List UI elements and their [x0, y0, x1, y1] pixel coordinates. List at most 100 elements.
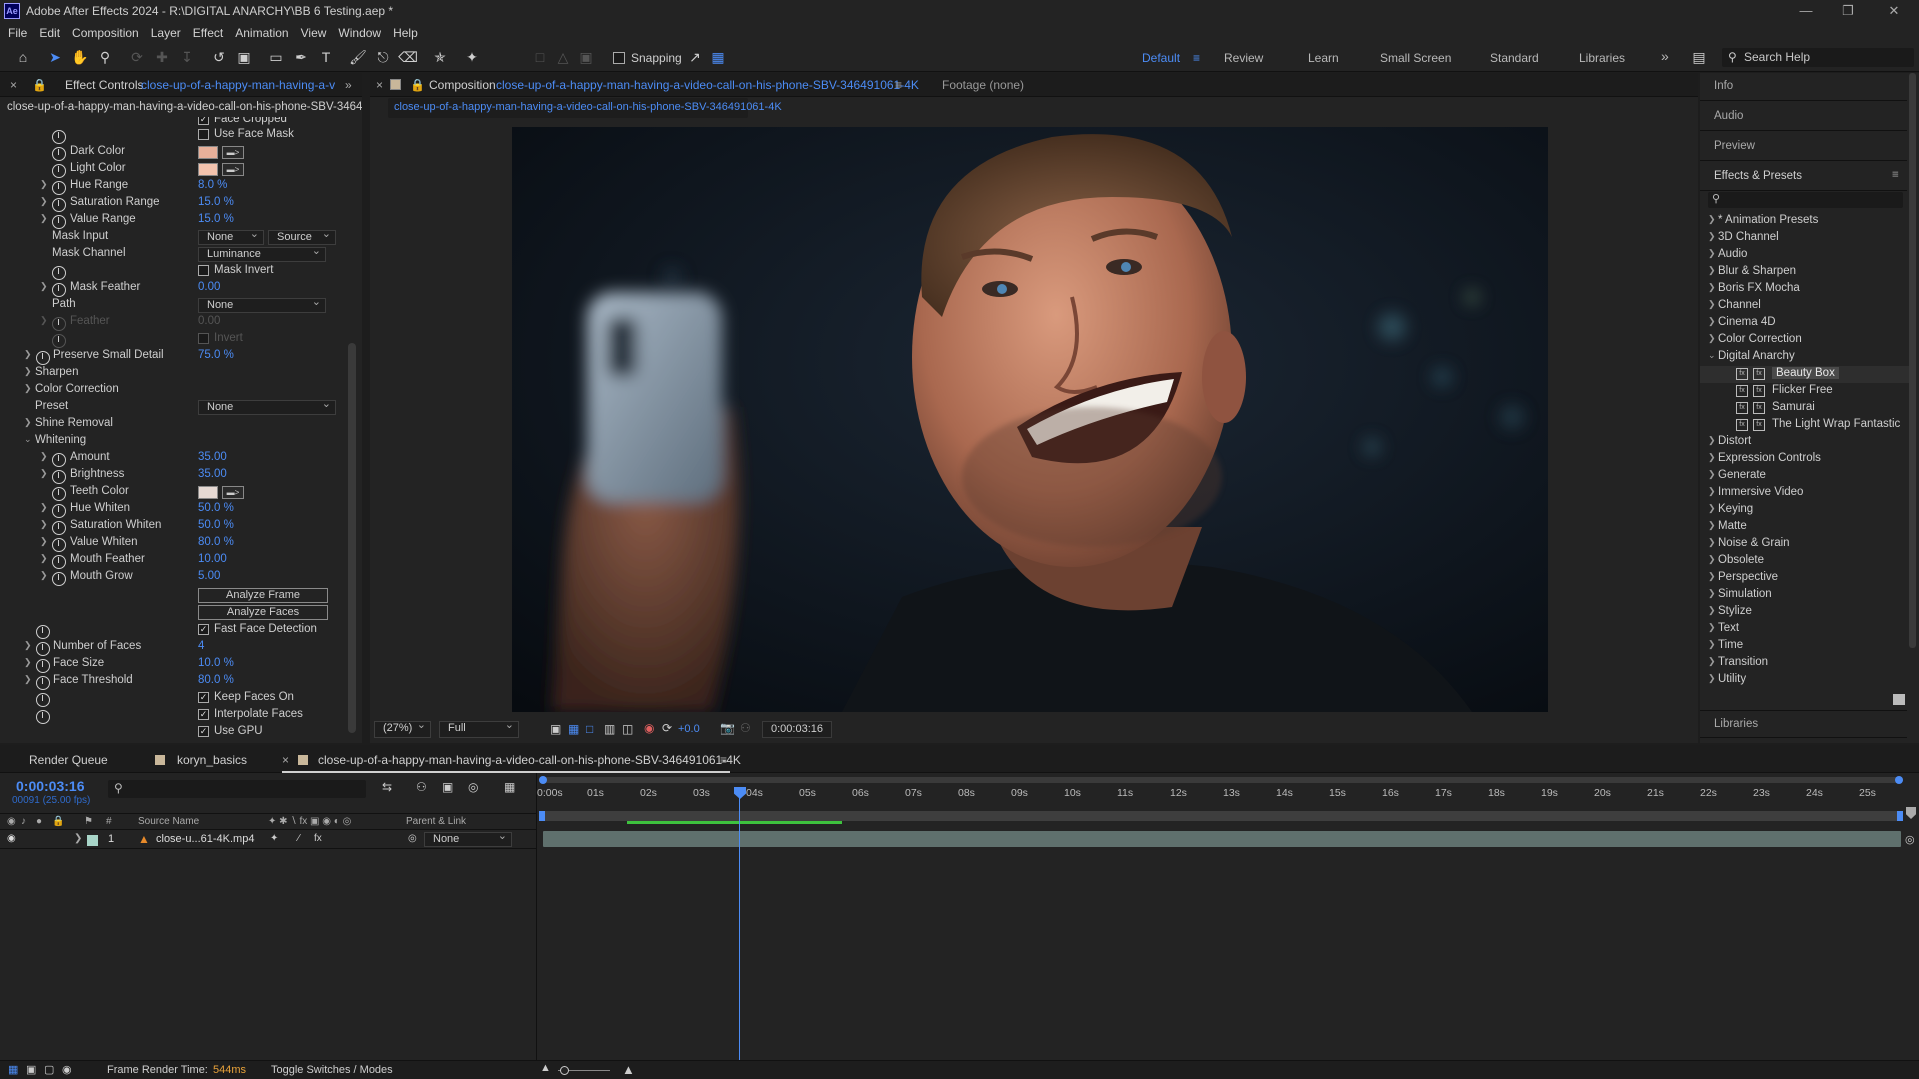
comp-mini-flowchart-icon[interactable]: ⇆: [382, 780, 392, 794]
local-axis-icon[interactable]: □: [530, 48, 550, 67]
effect-category[interactable]: ❯ Perspective: [1700, 570, 1910, 587]
snap-edges-icon[interactable]: ↗: [685, 48, 705, 67]
layout-icon[interactable]: ▤: [1689, 48, 1709, 67]
exposure-value[interactable]: +0.0: [678, 723, 700, 735]
preview-panel-header[interactable]: Preview: [1700, 133, 1907, 161]
layer-switches-toggle-icon[interactable]: ▦: [8, 1063, 18, 1076]
stopwatch-icon[interactable]: [52, 538, 66, 552]
selection-tool-icon[interactable]: ➤: [45, 48, 65, 67]
quality-switch-icon[interactable]: ∕: [298, 833, 300, 844]
guides-icon[interactable]: ▥: [604, 722, 615, 736]
menu-effect[interactable]: Effect: [193, 26, 223, 40]
effect-category[interactable]: ❯ Boris FX Mocha: [1700, 281, 1910, 298]
effect-category[interactable]: ❯ Cinema 4D: [1700, 315, 1910, 332]
navigator-end-handle[interactable]: [1895, 776, 1903, 784]
expand-arrow-icon[interactable]: ❯: [40, 502, 48, 513]
effect-category[interactable]: ❯ * Animation Presets: [1700, 213, 1910, 230]
expand-arrow-icon[interactable]: ❯: [74, 833, 82, 844]
exposure-reset-icon[interactable]: ⟳: [662, 721, 672, 735]
parent-dropdown[interactable]: None: [424, 830, 512, 847]
motion-blur-icon[interactable]: ◎: [468, 780, 478, 794]
workspace-small-screen[interactable]: Small Screen: [1380, 51, 1451, 65]
label-tag-icon[interactable]: ⚑: [84, 816, 93, 827]
world-axis-icon[interactable]: △: [553, 48, 573, 67]
expand-arrow-icon[interactable]: ❯: [40, 468, 48, 479]
effect-item-samurai[interactable]: fx fx Samurai: [1700, 400, 1910, 417]
new-folder-icon[interactable]: [1893, 694, 1905, 705]
effect-item-beauty-box[interactable]: fx fx Beauty Box: [1700, 366, 1910, 383]
close-tab-icon[interactable]: ×: [376, 78, 383, 92]
lock-switch-icon[interactable]: 🔒: [52, 816, 64, 827]
value-whiten-value[interactable]: 80.0 %: [198, 536, 234, 548]
expand-arrow-icon[interactable]: ❯: [24, 640, 32, 651]
analyze-frame-button[interactable]: Analyze Frame: [198, 588, 328, 603]
analyze-faces-button[interactable]: Analyze Faces: [198, 605, 328, 620]
effect-category[interactable]: ❯ Text: [1700, 621, 1910, 638]
stopwatch-icon[interactable]: [36, 625, 50, 639]
value-range-value[interactable]: 15.0 %: [198, 213, 234, 225]
workspace-standard[interactable]: Standard: [1490, 51, 1539, 65]
menu-help[interactable]: Help: [393, 26, 418, 40]
menu-animation[interactable]: Animation: [235, 26, 288, 40]
zoom-dropdown[interactable]: (27%): [374, 719, 431, 738]
orbit-camera-icon[interactable]: ⟳: [127, 48, 147, 67]
comp-breadcrumb[interactable]: close-up-of-a-happy-man-having-a-video-c…: [388, 98, 782, 118]
mouth-grow-value[interactable]: 5.00: [198, 570, 220, 582]
stopwatch-icon[interactable]: [52, 164, 66, 178]
koryn-basics-tab[interactable]: koryn_basics: [177, 753, 247, 767]
hand-tool-icon[interactable]: ✋: [70, 48, 90, 67]
menu-edit[interactable]: Edit: [39, 26, 60, 40]
stopwatch-icon[interactable]: [52, 521, 66, 535]
expand-arrow-icon[interactable]: ❯: [24, 366, 32, 377]
close-icon[interactable]: ✕: [1874, 0, 1914, 22]
light-color-swatch[interactable]: [198, 163, 218, 176]
stopwatch-icon[interactable]: [52, 266, 66, 280]
expand-arrow-icon[interactable]: ❯: [24, 674, 32, 685]
search-help-input[interactable]: ⚲ Search Help: [1722, 48, 1914, 67]
amount-value[interactable]: 35.00: [198, 451, 227, 463]
video-switch-icon[interactable]: ◉: [7, 816, 16, 827]
stopwatch-icon[interactable]: [52, 487, 66, 501]
stopwatch-icon[interactable]: [52, 283, 66, 297]
effect-category[interactable]: ❯ Noise & Grain: [1700, 536, 1910, 553]
interpolate-faces-checkbox[interactable]: ✓: [198, 709, 209, 720]
roto-brush-tool-icon[interactable]: ✯: [430, 48, 450, 67]
effect-category[interactable]: ❯ Utility: [1700, 672, 1910, 689]
effect-controls-scrollbar[interactable]: [348, 343, 356, 733]
expand-arrow-icon[interactable]: ❯: [40, 281, 48, 292]
stopwatch-icon[interactable]: [52, 317, 66, 331]
effect-category[interactable]: ❯ Matte: [1700, 519, 1910, 536]
audio-switch-icon[interactable]: ♪: [21, 816, 26, 827]
effect-category[interactable]: ❯ Audio: [1700, 247, 1910, 264]
preserve-small-detail-value[interactable]: 75.0 %: [198, 349, 234, 361]
maximize-icon[interactable]: ❐: [1828, 0, 1868, 22]
workspace-review[interactable]: Review: [1224, 51, 1263, 65]
viewer-timecode[interactable]: 0:00:03:16: [762, 721, 832, 738]
teeth-color-swatch[interactable]: [198, 486, 218, 499]
dolly-camera-icon[interactable]: ↧: [177, 48, 197, 67]
preset-dropdown[interactable]: None: [198, 398, 336, 415]
zoom-in-icon[interactable]: ▲: [622, 1062, 635, 1077]
lock-icon[interactable]: 🔒: [32, 78, 47, 92]
snapshot-icon[interactable]: 📷: [720, 721, 735, 735]
rotation-tool-icon[interactable]: ↺: [209, 48, 229, 67]
stopwatch-icon[interactable]: [52, 504, 66, 518]
expand-arrow-icon[interactable]: ❯: [24, 383, 32, 394]
effect-category[interactable]: ❯ 3D Channel: [1700, 230, 1910, 247]
collapse-switch-icon[interactable]: ✦: [270, 833, 278, 844]
effect-controls-layer[interactable]: close-up-of-a-happy-man-having-a-v: [141, 78, 335, 92]
face-size-value[interactable]: 10.0 %: [198, 657, 234, 669]
pen-tool-icon[interactable]: ✒: [291, 48, 311, 67]
hue-range-value[interactable]: 8.0 %: [198, 179, 227, 191]
transparency-grid-icon[interactable]: ▦: [568, 722, 579, 736]
stopwatch-icon[interactable]: [36, 676, 50, 690]
use-face-mask-checkbox[interactable]: [198, 129, 209, 140]
work-area-bar[interactable]: [539, 811, 1903, 821]
layer-label-color[interactable]: [87, 835, 98, 846]
source-name-header[interactable]: Source Name: [138, 816, 199, 827]
stopwatch-icon[interactable]: [52, 147, 66, 161]
workspace-menu-icon[interactable]: ≡: [1193, 51, 1200, 65]
composition-viewer[interactable]: [512, 127, 1548, 712]
keep-faces-on-checkbox[interactable]: ✓: [198, 692, 209, 703]
effect-item-light-wrap[interactable]: fx fx The Light Wrap Fantastic: [1700, 417, 1910, 434]
